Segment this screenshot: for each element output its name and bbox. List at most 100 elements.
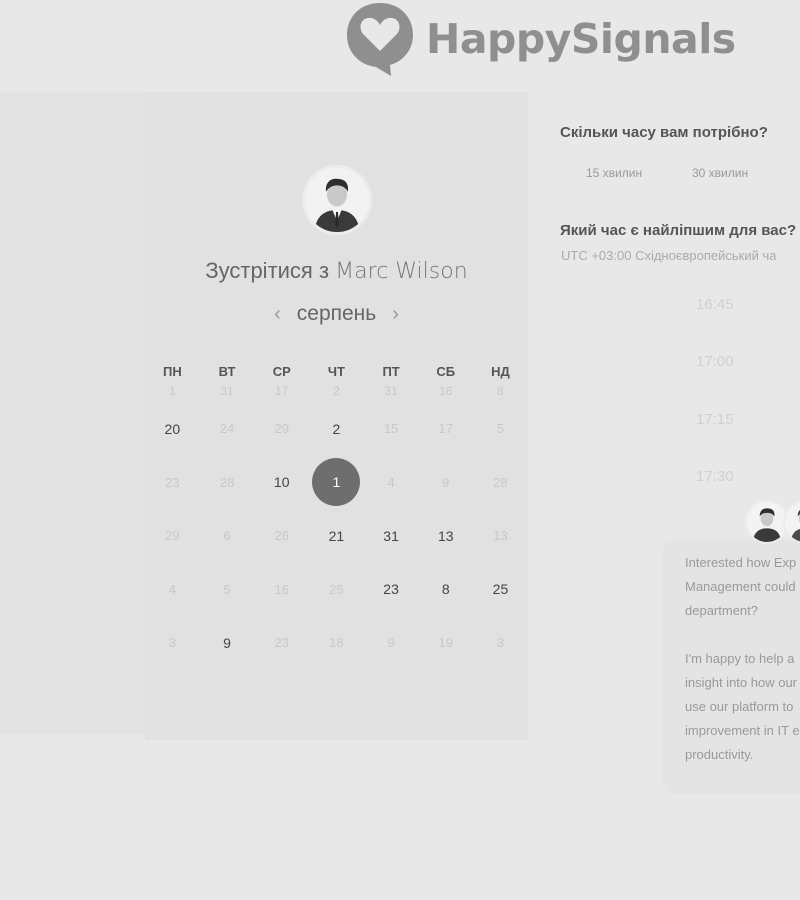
weekday-label: СБ bbox=[436, 363, 456, 379]
host-avatar bbox=[302, 165, 372, 235]
unavailable-day: 31 bbox=[200, 384, 255, 398]
day-number: 16 bbox=[439, 384, 453, 398]
unavailable-day: 16 bbox=[418, 384, 473, 398]
chevron-left-icon[interactable]: ‹ bbox=[258, 303, 297, 326]
day-number: 2 bbox=[333, 384, 340, 398]
calendar-grid: ПН ВТ СР ЧТ ПТ СБ НД 1 31 17 2 31 16 8 20 24 29 2 15 17 5 23 2… bbox=[145, 360, 528, 670]
left-background-band bbox=[0, 92, 145, 734]
day-number: 2 bbox=[332, 420, 341, 437]
day-number: 28 bbox=[493, 474, 508, 490]
time-slot[interactable]: 17:00 bbox=[696, 353, 734, 370]
unavailable-day: 5 bbox=[200, 582, 255, 597]
brand-name: HappySignals bbox=[426, 15, 736, 63]
day-number: 23 bbox=[165, 474, 180, 490]
timezone-selector[interactable]: UTC +03:00 Східноєвропейський ча bbox=[561, 248, 776, 263]
day-number: 15 bbox=[383, 421, 399, 437]
calendar-card: Зустрітися з Marc Wilson ‹ серпень › ПН В… bbox=[145, 92, 528, 740]
unavailable-day: 9 bbox=[418, 475, 473, 490]
weekday-label: ПТ bbox=[382, 363, 400, 379]
unavailable-day: 3 bbox=[145, 635, 200, 650]
day-number: 8 bbox=[441, 581, 450, 598]
duration-question: Скільки часу вам потрібно? bbox=[560, 124, 768, 141]
available-day[interactable]: 9 bbox=[200, 635, 255, 651]
chevron-right-icon[interactable]: › bbox=[376, 303, 415, 326]
unavailable-day: 23 bbox=[254, 635, 309, 650]
day-number: 29 bbox=[274, 421, 289, 437]
chat-text-line: department? bbox=[685, 603, 758, 618]
unavailable-day: 2 bbox=[309, 384, 364, 398]
title-prefix: Зустрітися з bbox=[205, 258, 330, 283]
day-number: 6 bbox=[223, 528, 231, 544]
available-day[interactable]: 25 bbox=[473, 581, 528, 597]
calendar-week-row: 23 28 10 1 4 9 28 bbox=[145, 456, 528, 510]
unavailable-day: 24 bbox=[200, 421, 255, 436]
unavailable-day: 25 bbox=[309, 582, 364, 597]
chat-text-line: I'm happy to help a bbox=[685, 651, 795, 666]
day-number: 18 bbox=[329, 635, 344, 651]
available-day[interactable]: 13 bbox=[418, 528, 473, 544]
day-number: 9 bbox=[387, 635, 395, 651]
time-slot[interactable]: 17:30 bbox=[696, 468, 734, 485]
unavailable-day: 1 bbox=[145, 384, 200, 398]
unavailable-day: 17 bbox=[418, 421, 473, 436]
happysignals-logo: HappySignals bbox=[346, 0, 736, 78]
unavailable-day: 19 bbox=[418, 635, 473, 650]
day-number: 25 bbox=[329, 581, 344, 597]
day-number: 9 bbox=[223, 634, 231, 651]
unavailable-day: 3 bbox=[473, 635, 528, 650]
calendar-week-row: 20 24 29 2 15 17 5 bbox=[145, 402, 528, 456]
day-number: 31 bbox=[383, 527, 399, 544]
calendar-week-row: 3 9 23 18 9 19 3 bbox=[145, 616, 528, 670]
time-slot[interactable]: 16:45 bbox=[696, 296, 734, 313]
person-portrait-icon bbox=[785, 502, 800, 542]
day-number: 29 bbox=[165, 528, 180, 544]
day-number: 28 bbox=[219, 474, 235, 490]
available-day[interactable]: 8 bbox=[418, 581, 473, 597]
host-name: Marc Wilson bbox=[335, 259, 468, 284]
calendar-week-row: 1 31 17 2 31 16 8 bbox=[145, 380, 528, 402]
unavailable-day: 26 bbox=[254, 528, 309, 543]
available-day[interactable]: 31 bbox=[364, 528, 419, 544]
day-number: 31 bbox=[384, 384, 398, 398]
available-day[interactable]: 10 bbox=[254, 474, 309, 490]
day-number: 20 bbox=[164, 420, 181, 437]
available-day[interactable]: 20 bbox=[145, 421, 200, 437]
day-number: 10 bbox=[273, 474, 290, 491]
unavailable-day: 29 bbox=[145, 528, 200, 543]
month-label: серпень bbox=[296, 302, 377, 325]
calendar-week-row: 4 5 16 25 23 8 25 bbox=[145, 563, 528, 617]
heart-speech-bubble-icon bbox=[347, 3, 413, 76]
unavailable-day: 5 bbox=[473, 421, 528, 436]
day-number: 5 bbox=[496, 421, 505, 437]
day-number: 19 bbox=[438, 635, 454, 651]
selected-day[interactable]: 1 bbox=[309, 458, 364, 507]
unavailable-day: 8 bbox=[473, 384, 528, 398]
unavailable-day: 28 bbox=[473, 475, 528, 490]
unavailable-day: 9 bbox=[364, 635, 419, 650]
chat-text-line: Management could bbox=[685, 579, 796, 594]
day-number: 8 bbox=[497, 384, 504, 398]
available-day[interactable]: 23 bbox=[364, 581, 419, 597]
day-number: 9 bbox=[442, 474, 450, 490]
weekday-label: ВТ bbox=[218, 363, 236, 379]
time-slot[interactable]: 17:15 bbox=[696, 411, 734, 428]
available-day[interactable]: 2 bbox=[309, 421, 364, 437]
unavailable-day: 28 bbox=[200, 475, 255, 490]
day-number: 25 bbox=[492, 581, 509, 598]
day-number: 4 bbox=[387, 474, 395, 490]
duration-option-15[interactable]: 15 хвилин bbox=[586, 166, 642, 180]
chat-text-line: insight into how our bbox=[685, 675, 798, 690]
day-number: 23 bbox=[383, 581, 399, 598]
day-number: 24 bbox=[219, 421, 235, 437]
person-portrait-icon bbox=[305, 168, 369, 232]
unavailable-day: 17 bbox=[254, 384, 309, 398]
day-number: 21 bbox=[328, 527, 345, 544]
day-number: 26 bbox=[274, 528, 289, 544]
unavailable-day: 4 bbox=[364, 475, 419, 490]
duration-option-30[interactable]: 30 хвилин bbox=[692, 166, 748, 180]
month-navigation: ‹ серпень › bbox=[145, 302, 528, 326]
day-number: 3 bbox=[496, 635, 505, 651]
day-number: 16 bbox=[274, 581, 289, 597]
available-day[interactable]: 21 bbox=[309, 528, 364, 544]
day-number: 31 bbox=[220, 384, 234, 398]
